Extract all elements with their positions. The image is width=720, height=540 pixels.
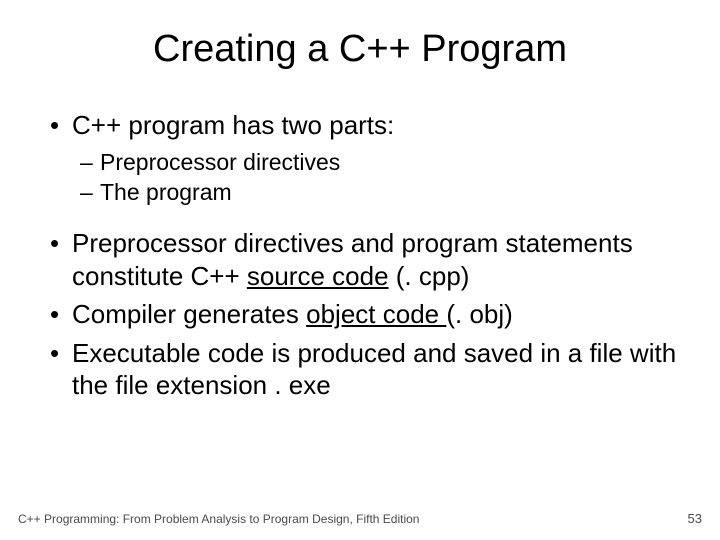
bullet-level1: C++ program has two parts: <box>48 109 680 142</box>
slide-title: Creating a C++ Program <box>40 28 680 71</box>
slide-content: C++ program has two parts: Preprocessor … <box>40 109 680 402</box>
bullet-level1: Compiler generates object code (. obj) <box>48 298 680 331</box>
slide: Creating a C++ Program C++ program has t… <box>0 0 720 540</box>
bullet-level2: The program <box>48 178 680 207</box>
spacer <box>48 209 680 227</box>
underlined-term: source code <box>247 261 389 291</box>
bullet-level2: Preprocessor directives <box>48 148 680 177</box>
bullet-text: Compiler generates <box>72 299 306 329</box>
bullet-text: (. obj) <box>446 299 512 329</box>
bullet-text: (. cpp) <box>389 261 470 291</box>
bullet-level1: Preprocessor directives and program stat… <box>48 227 680 292</box>
bullet-level1: Executable code is produced and saved in… <box>48 337 680 402</box>
page-number: 53 <box>688 511 702 526</box>
footer-text: C++ Programming: From Problem Analysis t… <box>18 512 419 526</box>
underlined-term: object code <box>306 299 446 329</box>
slide-footer: C++ Programming: From Problem Analysis t… <box>18 511 702 526</box>
